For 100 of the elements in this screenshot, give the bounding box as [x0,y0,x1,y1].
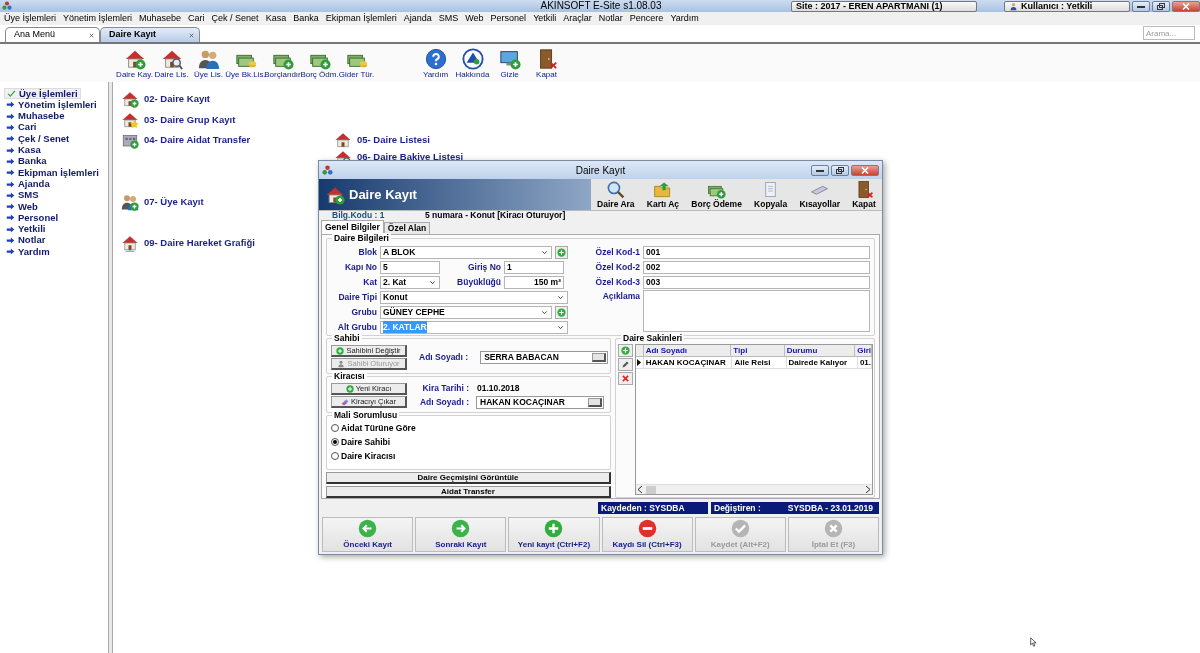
search-field[interactable]: Arama... [1143,26,1195,40]
sidebar-item[interactable]: Web [4,200,40,213]
action-button[interactable]: Kapat [852,179,876,210]
column-header[interactable]: Giri [855,345,872,357]
action-button[interactable]: Kartı Aç [646,179,680,210]
tab[interactable]: Daire Kayıt [100,27,200,42]
menu-item[interactable]: Kasa [265,13,287,24]
menu-item[interactable]: Yetkili [533,13,557,24]
toolbar-button[interactable]: Daire Kay. [116,48,153,80]
column-header[interactable]: Tipi [731,345,785,357]
add-button[interactable] [555,305,568,319]
sidebar-item[interactable]: Banka [4,155,49,168]
wide-button[interactable]: Aidat Transfer [326,486,611,498]
radio-button[interactable]: Aidat Türüne Göre [331,421,606,436]
sidebar-item[interactable]: Kasa [4,144,43,156]
add-button[interactable] [555,245,568,259]
sidebar-item[interactable]: Ajanda [4,178,52,190]
scroll-left-icon[interactable] [638,486,643,493]
notes-field[interactable] [643,290,870,332]
action-button[interactable]: Kopyala [754,179,788,210]
toolbar-button[interactable]: Hakkında [454,48,491,80]
menu-item[interactable]: SMS [438,13,459,24]
dropdown[interactable]: GÜNEY CEPHE [380,305,552,319]
shortcut-link[interactable]: 02- Daire Kayıt [121,89,210,110]
restore-button[interactable] [831,164,849,176]
sidebar-item[interactable]: Üye İşlemleri [4,88,81,100]
sidebar-item[interactable]: Yönetim İşlemleri [4,99,99,111]
minimize-button[interactable] [811,164,829,176]
tab[interactable]: Genel Bilgiler [321,220,384,234]
menu-item[interactable]: Cari [188,13,205,24]
menu-item[interactable]: Notlar [598,13,623,24]
minimize-button[interactable] [1132,0,1150,12]
sidebar-item[interactable]: SMS [4,189,41,201]
input-field[interactable]: 1 [504,260,564,274]
shortcut-link[interactable]: 05- Daire Listesi [334,130,430,151]
shortcut-link[interactable]: 07- Üye Kayıt [121,191,204,213]
radio-button[interactable]: Daire Kiracısı [331,449,606,464]
column-header[interactable]: Durumu [784,345,856,357]
tool-button[interactable] [618,358,633,371]
input-field[interactable]: 001 [643,245,870,259]
scrollbar[interactable] [636,484,872,494]
footer-button[interactable]: Kaydı Sil (Ctrl+F3) [601,517,693,552]
toolbar-button[interactable]: Üye Lis. [190,48,227,80]
shortcut-link[interactable]: 04- Daire Aidat Transfer [121,130,251,151]
tab[interactable]: Ana Menü [5,27,100,42]
scroll-right-icon[interactable] [865,486,870,493]
menu-item[interactable]: Web [465,13,484,24]
sidebar-item[interactable]: Muhasebe [4,110,67,122]
restore-button[interactable] [1152,0,1170,12]
column-header[interactable]: Adı Soyadı [643,345,732,357]
dropdown[interactable]: Konut [380,290,568,304]
input-field[interactable]: 150 m² [504,275,564,289]
sidebar-item[interactable]: Çek / Senet [4,133,72,145]
sidebar-item[interactable]: Yardım [4,246,52,258]
input-field[interactable]: 5 [380,260,440,274]
scroll-thumb[interactable] [646,485,656,494]
menu-item[interactable]: Muhasebe [139,13,182,24]
menu-item[interactable]: Yönetim İşlemleri [63,13,133,24]
menu-item[interactable]: Araçlar [563,13,592,24]
tool-button[interactable] [618,372,633,385]
sidebar-item[interactable]: Cari [4,121,39,134]
name-field[interactable]: SERRA BABACAN [480,350,609,364]
dropdown[interactable]: 2. Kat [380,275,440,289]
menu-item[interactable]: Çek / Senet [211,13,259,24]
toolbar-button[interactable]: Gider Tür. [338,48,375,80]
menu-item[interactable]: Yardım [670,13,699,24]
toolbar-button[interactable]: Yardım [417,48,454,80]
action-button[interactable]: Borç Ödeme [691,179,742,210]
tool-button[interactable] [618,344,633,357]
menu-item[interactable]: Pencere [629,13,664,24]
shortcut-link[interactable]: 03- Daire Grup Kayıt [121,109,236,131]
wide-button[interactable]: Daire Geçmişini Görüntüle [326,472,611,485]
input-field[interactable]: 003 [643,275,870,289]
toolbar-button[interactable]: Daire Lis. [153,48,190,80]
toolbar-button[interactable]: Borçlandır [264,48,301,80]
sidebar-item[interactable]: Yetkili [4,223,48,235]
action-button[interactable]: Kısayollar [799,179,840,210]
dropdown[interactable]: A BLOK [380,245,552,259]
sidebar-item[interactable]: Personel [4,212,61,224]
menu-item[interactable]: Ekipman İşlemleri [325,13,397,24]
menu-item[interactable]: Ajanda [403,13,432,24]
menu-item[interactable]: Personel [490,13,527,24]
close-button[interactable] [851,164,879,176]
sidebar-item[interactable]: Ekipman İşlemleri [4,167,101,179]
radio-button[interactable]: Daire Sahibi [331,435,606,450]
menu-item[interactable]: Üye İşlemleri [4,13,56,24]
footer-button[interactable]: Yeni kayıt (Ctrl+F2) [508,517,600,552]
name-field[interactable]: HAKAN KOCAÇINAR [476,395,604,409]
tab[interactable]: Özel Alan [383,222,431,234]
toolbar-button[interactable]: Üye Bk.Lis. [227,48,264,80]
shortcut-link[interactable]: 09- Daire Hareket Grafiği [121,233,255,254]
sidebar-item[interactable]: Notlar [4,234,48,247]
footer-button[interactable]: Önceki Kayıt [322,517,414,552]
close-button[interactable] [1172,0,1200,12]
toolbar-button[interactable]: Kapat [528,48,565,80]
menu-item[interactable]: Banka [293,13,319,24]
toolbar-button[interactable]: Gizle [491,48,528,80]
toolbar-button[interactable]: Borç Ödm. [301,48,338,80]
input-field[interactable]: 002 [643,260,870,274]
action-button[interactable]: Daire Ara [597,179,635,210]
